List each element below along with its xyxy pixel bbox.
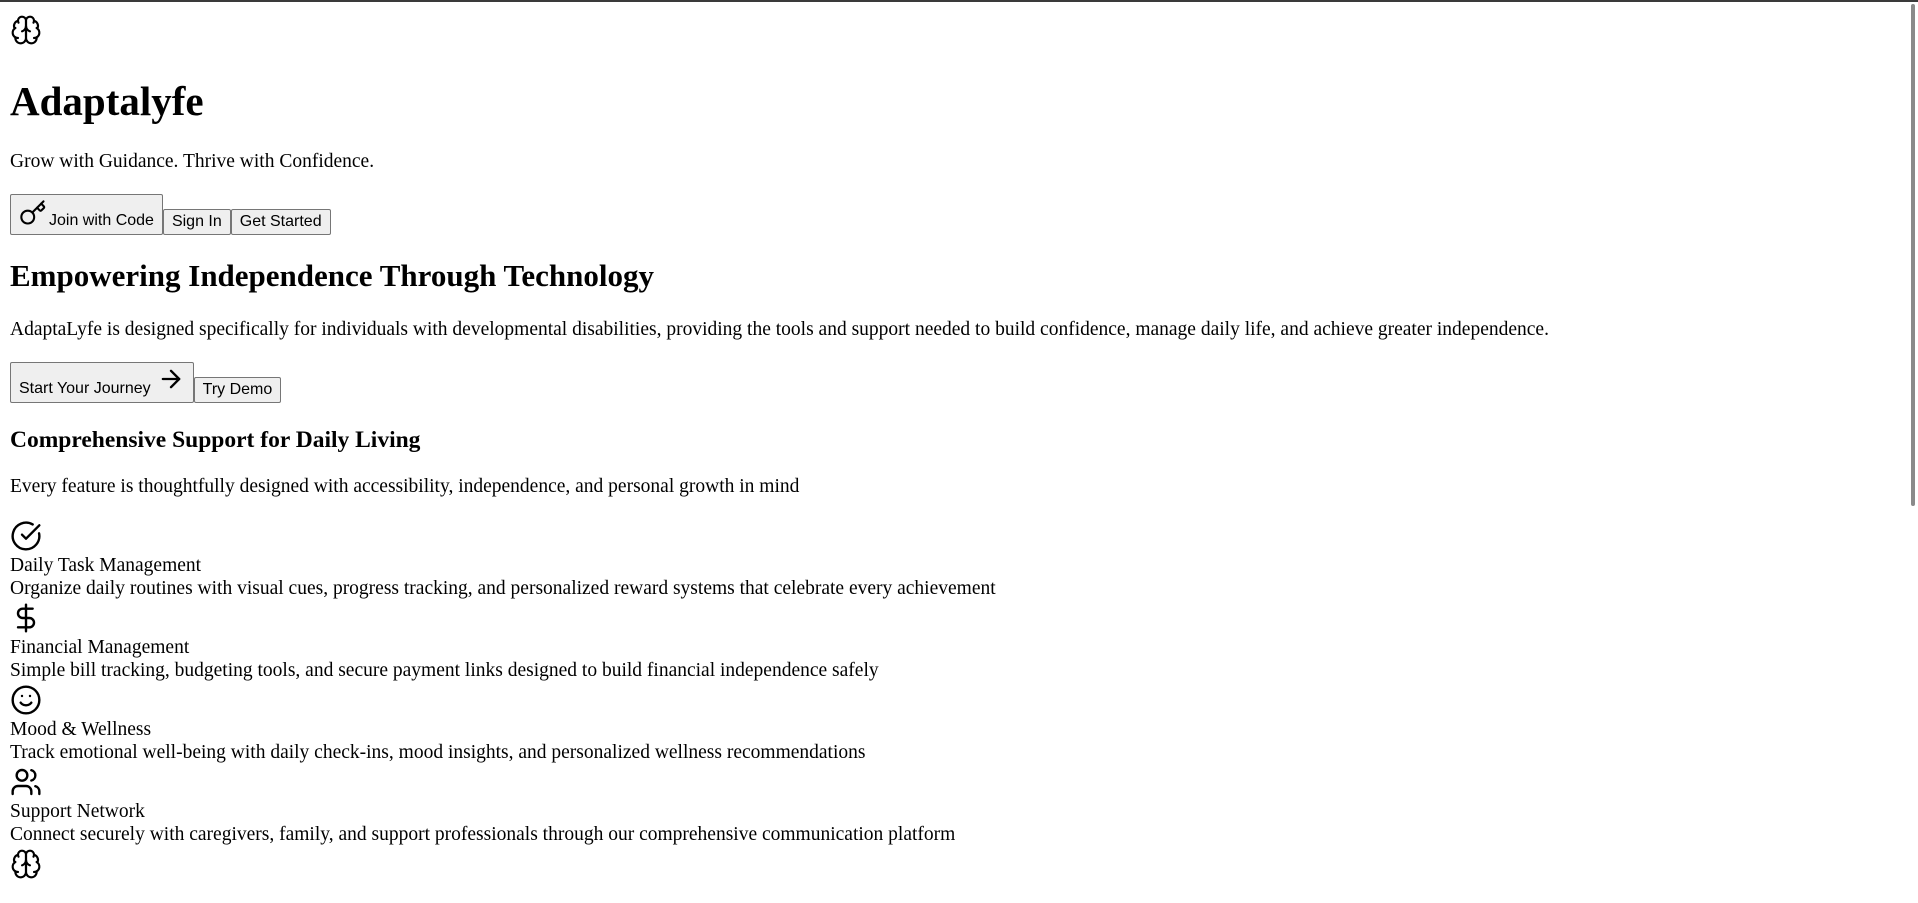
feature-title: Financial Management <box>10 637 190 658</box>
smile-icon <box>10 684 42 716</box>
hero-button-group: Start Your Journey Try Demo <box>10 362 282 403</box>
vertical-scrollbar[interactable] <box>1904 2 1918 903</box>
try-demo-button[interactable]: Try Demo <box>193 377 282 403</box>
tagline: Grow with Guidance. Thrive with Confiden… <box>10 151 375 172</box>
users-icon <box>10 766 42 798</box>
feature-description: Organize daily routines with visual cues… <box>10 578 996 599</box>
features-subheading: Every feature is thoughtfully designed w… <box>10 476 800 497</box>
feature-description: Connect securely with caregivers, family… <box>10 824 956 845</box>
dollar-sign-icon <box>10 602 42 634</box>
arrow-right-icon <box>157 365 185 393</box>
brain-icon <box>10 14 42 46</box>
join-with-code-label: Join with Code <box>49 212 154 229</box>
join-with-code-button[interactable]: Join with Code <box>10 194 163 235</box>
hero-heading: Empowering Independence Through Technolo… <box>10 258 654 293</box>
key-icon <box>19 199 47 227</box>
scrollbar-thumb[interactable] <box>1911 4 1915 506</box>
feature-title: Mood & Wellness <box>10 719 152 740</box>
start-your-journey-button[interactable]: Start Your Journey <box>10 362 194 403</box>
start-your-journey-label: Start Your Journey <box>19 380 151 397</box>
brain-icon <box>10 848 42 880</box>
features-heading: Comprehensive Support for Daily Living <box>10 427 421 453</box>
app-title: Adaptalyfe <box>10 78 204 124</box>
auth-button-group: Join with Code Sign In Get Started <box>10 194 331 235</box>
sign-in-button[interactable]: Sign In <box>162 209 231 235</box>
check-circle-icon <box>10 520 42 552</box>
hero-description: AdaptaLyfe is designed specifically for … <box>10 319 1549 340</box>
feature-description: Track emotional well-being with daily ch… <box>10 742 866 763</box>
feature-title: Daily Task Management <box>10 555 202 576</box>
feature-description: Simple bill tracking, budgeting tools, a… <box>10 660 879 681</box>
get-started-button[interactable]: Get Started <box>230 209 331 235</box>
feature-title: Support Network <box>10 801 145 822</box>
